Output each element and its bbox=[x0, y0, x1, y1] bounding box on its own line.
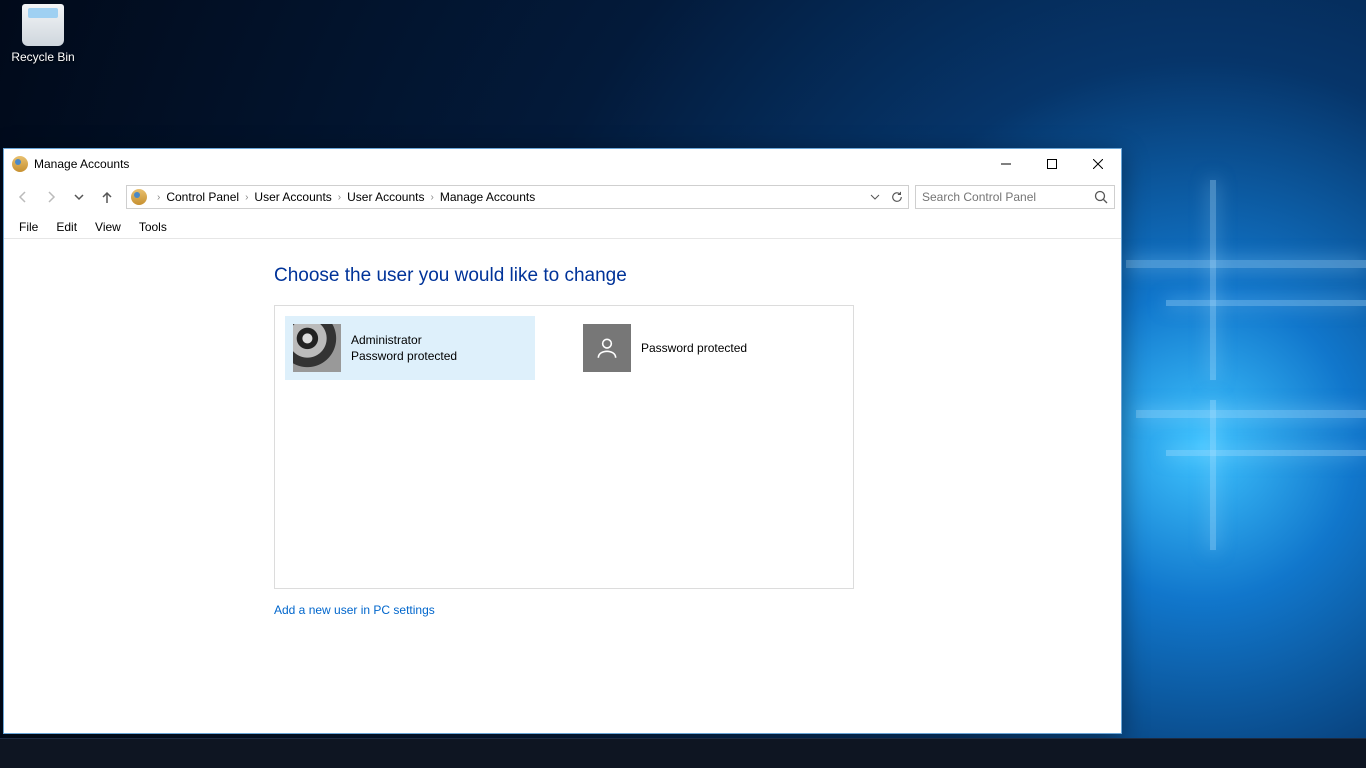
account-status: Password protected bbox=[641, 340, 747, 356]
breadcrumb-item[interactable]: Manage Accounts bbox=[438, 190, 537, 204]
avatar bbox=[293, 324, 341, 372]
menu-file[interactable]: File bbox=[10, 217, 47, 237]
desktop-icon-label: Recycle Bin bbox=[11, 50, 74, 64]
user-accounts-icon bbox=[12, 156, 28, 172]
recent-locations-button[interactable] bbox=[66, 184, 92, 210]
wallpaper-beam bbox=[1210, 400, 1216, 550]
taskbar[interactable] bbox=[0, 738, 1366, 768]
control-panel-window: Manage Accounts › Control Panel › bbox=[3, 148, 1122, 734]
forward-button[interactable] bbox=[38, 184, 64, 210]
menu-view[interactable]: View bbox=[86, 217, 130, 237]
maximize-button[interactable] bbox=[1029, 149, 1075, 179]
add-user-link[interactable]: Add a new user in PC settings bbox=[274, 603, 1121, 617]
account-tile-administrator[interactable]: Administrator Password protected bbox=[285, 316, 535, 380]
refresh-button[interactable] bbox=[886, 186, 908, 208]
chevron-right-icon: › bbox=[241, 192, 252, 203]
back-button[interactable] bbox=[10, 184, 36, 210]
chevron-right-icon: › bbox=[427, 192, 438, 203]
wallpaper-beam bbox=[1126, 260, 1366, 268]
up-button[interactable] bbox=[94, 184, 120, 210]
recycle-bin-icon bbox=[22, 4, 64, 46]
menu-bar: File Edit View Tools bbox=[4, 215, 1121, 239]
search-icon bbox=[1094, 190, 1108, 204]
menu-tools[interactable]: Tools bbox=[130, 217, 176, 237]
account-tile-generic[interactable]: Password protected bbox=[575, 316, 825, 380]
avatar bbox=[583, 324, 631, 372]
desktop-icon-recycle-bin[interactable]: Recycle Bin bbox=[10, 4, 76, 66]
address-history-button[interactable] bbox=[864, 186, 886, 208]
chevron-right-icon: › bbox=[153, 192, 164, 203]
breadcrumb-item[interactable]: User Accounts bbox=[345, 190, 426, 204]
window-title: Manage Accounts bbox=[34, 157, 129, 171]
content-area: Choose the user you would like to change… bbox=[4, 239, 1121, 733]
wallpaper-beam bbox=[1166, 300, 1366, 306]
close-button[interactable] bbox=[1075, 149, 1121, 179]
wallpaper-beam bbox=[1136, 410, 1366, 418]
chevron-right-icon: › bbox=[334, 192, 345, 203]
explorer-navbar: › Control Panel › User Accounts › User A… bbox=[4, 179, 1121, 215]
wallpaper-beam bbox=[1210, 180, 1216, 380]
breadcrumb-item[interactable]: Control Panel bbox=[164, 190, 241, 204]
page-heading: Choose the user you would like to change bbox=[274, 265, 1121, 287]
wallpaper-beam bbox=[1166, 450, 1366, 456]
minimize-button[interactable] bbox=[983, 149, 1029, 179]
account-name: Administrator bbox=[351, 332, 457, 348]
search-input[interactable] bbox=[922, 190, 1094, 204]
window-titlebar[interactable]: Manage Accounts bbox=[4, 149, 1121, 179]
address-bar[interactable]: › Control Panel › User Accounts › User A… bbox=[126, 185, 909, 209]
user-accounts-icon bbox=[131, 189, 147, 205]
menu-edit[interactable]: Edit bbox=[47, 217, 86, 237]
accounts-list: Administrator Password protected Passwor… bbox=[274, 305, 854, 589]
account-status: Password protected bbox=[351, 348, 457, 364]
person-icon bbox=[594, 335, 620, 361]
search-box[interactable] bbox=[915, 185, 1115, 209]
breadcrumb-item[interactable]: User Accounts bbox=[252, 190, 333, 204]
